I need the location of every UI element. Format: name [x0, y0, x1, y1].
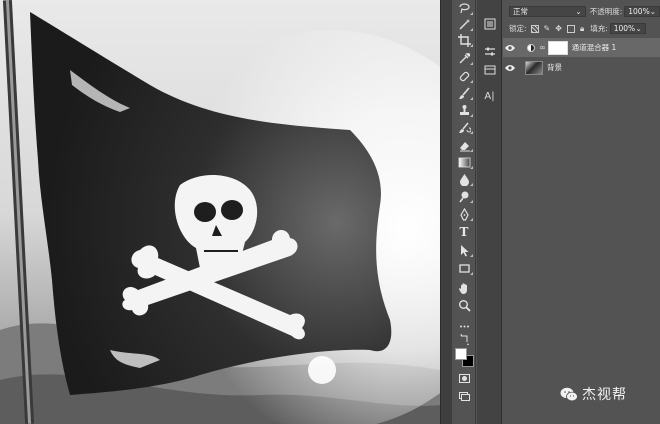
swap-colors-icon[interactable]: [454, 333, 474, 345]
layer-thumbnail: [525, 60, 543, 75]
blur-icon[interactable]: [454, 171, 474, 187]
brush-icon[interactable]: [454, 85, 474, 101]
visibility-eye-icon[interactable]: [503, 64, 517, 72]
panel-separator[interactable]: [440, 0, 452, 424]
eraser-icon[interactable]: [454, 137, 474, 153]
fill-input[interactable]: 100% ⌄: [609, 23, 646, 34]
layers-panel: 正常 ⌄ 不透明度: 100% ⌄ 锁定: ✎ ✥ 🔒︎ 填充: 100% ⌄ …: [503, 0, 660, 424]
blend-mode-value: 正常: [513, 7, 528, 16]
opacity-label: 不透明度:: [589, 7, 623, 16]
gradient-icon[interactable]: [454, 154, 474, 170]
collapsed-panels-strip: A|: [477, 0, 502, 424]
hand-icon[interactable]: [454, 280, 474, 296]
quick-mask-icon[interactable]: [454, 370, 474, 386]
lock-image-pixels-icon[interactable]: ✎: [544, 24, 551, 33]
eyedropper-icon[interactable]: [454, 50, 474, 66]
zoom-icon[interactable]: [454, 297, 474, 313]
layer-row-background[interactable]: 背景: [503, 58, 660, 77]
dodge-icon[interactable]: [454, 188, 474, 204]
watermark-text: 杰视帮: [582, 387, 627, 403]
blend-mode-select[interactable]: 正常 ⌄: [509, 6, 586, 17]
chevron-down-icon: ⌄: [575, 7, 582, 16]
watermark: 杰视帮: [560, 384, 627, 404]
lock-position-icon[interactable]: ✥: [555, 24, 562, 33]
channels-panel-icon[interactable]: [481, 62, 498, 78]
pirate-flag-image: [0, 0, 440, 424]
foreground-color-swatch[interactable]: [455, 348, 467, 360]
wechat-logo-icon: [560, 387, 578, 401]
lock-label: 锁定:: [509, 24, 527, 33]
type-icon[interactable]: T: [454, 224, 474, 240]
fill-label: 填充:: [590, 24, 608, 33]
layer-name: 通道混合器 1: [571, 43, 617, 52]
chevron-down-icon: ⌄: [635, 24, 642, 33]
character-panel-icon[interactable]: A|: [481, 88, 498, 104]
opacity-input[interactable]: 100% ⌄: [624, 6, 660, 17]
opacity-value: 100%: [628, 7, 650, 16]
fill-value: 100%: [613, 24, 636, 33]
screen-mode-icon[interactable]: [454, 388, 474, 404]
path-selection-icon[interactable]: [454, 242, 474, 258]
crop-icon[interactable]: [454, 32, 474, 48]
mask-link-icon[interactable]: ∞: [539, 43, 546, 52]
layer-mask-thumbnail[interactable]: [547, 40, 568, 55]
healing-brush-icon[interactable]: [454, 68, 474, 84]
adjustments-panel-icon[interactable]: [481, 16, 498, 32]
pen-icon[interactable]: [454, 206, 474, 222]
magic-wand-icon[interactable]: [454, 16, 474, 32]
rectangle-icon[interactable]: [454, 260, 474, 276]
lock-all-icon[interactable]: 🔒︎: [580, 24, 584, 33]
adjustment-layer-icon: [527, 43, 535, 52]
lasso-icon[interactable]: [454, 0, 474, 16]
history-brush-icon[interactable]: [454, 119, 474, 135]
document-canvas[interactable]: [0, 0, 440, 424]
layer-name: 背景: [547, 63, 562, 72]
visibility-eye-icon[interactable]: [503, 44, 517, 52]
layer-row-channel-mixer[interactable]: ∞ 通道混合器 1: [503, 38, 660, 57]
lock-artboard-icon[interactable]: [566, 24, 575, 33]
clone-stamp-icon[interactable]: [454, 102, 474, 118]
properties-panel-icon[interactable]: [481, 44, 498, 60]
lock-transparent-pixels-icon[interactable]: [530, 24, 539, 33]
chevron-down-icon: ⌄: [649, 7, 656, 16]
